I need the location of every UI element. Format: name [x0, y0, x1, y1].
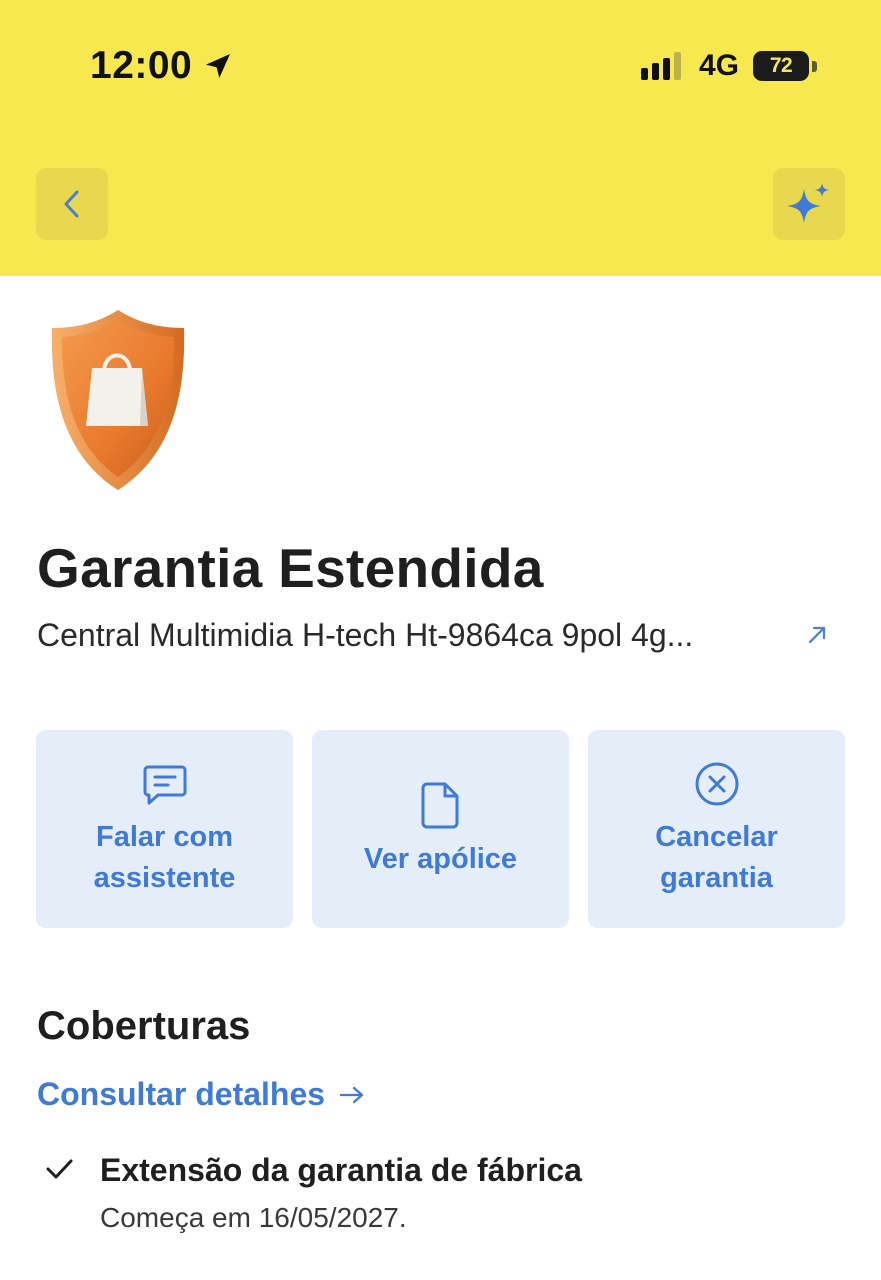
sparkle-icon	[787, 183, 829, 223]
product-row[interactable]: Central Multimidia H-tech Ht-9864ca 9pol…	[37, 612, 837, 658]
view-policy-button[interactable]: Ver apólice	[312, 730, 569, 928]
extended-warranty-screen: 12:00 4G 72 Garantia Estendida Central M…	[0, 0, 881, 1280]
external-link-icon[interactable]	[797, 615, 837, 655]
cancel-warranty-button[interactable]: Cancelar garantia	[588, 730, 845, 928]
action-label: Ver apólice	[363, 842, 518, 875]
status-indicators: 4G 72	[640, 46, 817, 86]
coverage-text: Extensão da garantia de fábrica Começa e…	[100, 1148, 582, 1244]
product-name: Central Multimidia H-tech Ht-9864ca 9pol…	[37, 616, 694, 653]
battery-icon: 72	[753, 51, 817, 81]
shield-bag-icon	[51, 310, 185, 490]
battery-cap	[812, 61, 817, 72]
coverage-item: Extensão da garantia de fábrica Começa e…	[44, 1148, 582, 1244]
chat-icon	[143, 765, 186, 805]
network-type: 4G	[698, 49, 739, 82]
consult-details-link[interactable]: Consultar detalhes	[37, 1076, 365, 1113]
chevron-left-icon	[64, 190, 79, 218]
talk-to-assistant-button[interactable]: Falar com assistente	[36, 730, 293, 928]
location-arrow-icon	[206, 54, 231, 78]
coverage-title: Extensão da garantia de fábrica	[100, 1152, 582, 1188]
header: 12:00 4G 72	[0, 0, 881, 276]
details-link-label: Consultar detalhes	[37, 1076, 326, 1112]
action-label: Falar com assistente	[93, 821, 236, 894]
back-button[interactable]	[36, 168, 108, 240]
status-time: 12:00	[90, 44, 234, 88]
document-icon	[421, 782, 458, 828]
clock: 12:00	[90, 44, 193, 87]
signal-icon	[640, 52, 681, 80]
coverages-title: Coberturas	[37, 1004, 251, 1048]
check-icon	[46, 1159, 73, 1179]
coverage-subtitle: Começa em 16/05/2027.	[100, 1202, 407, 1233]
assistant-button[interactable]	[773, 168, 845, 240]
cancel-circle-icon	[695, 762, 738, 806]
actions-row: Falar com assistente Ver apólice Cancela…	[36, 730, 845, 928]
battery-level: 72	[769, 54, 793, 77]
arrow-right-icon	[339, 1086, 364, 1103]
page-title: Garantia Estendida	[37, 537, 544, 599]
action-label: Cancelar garantia	[655, 821, 778, 894]
